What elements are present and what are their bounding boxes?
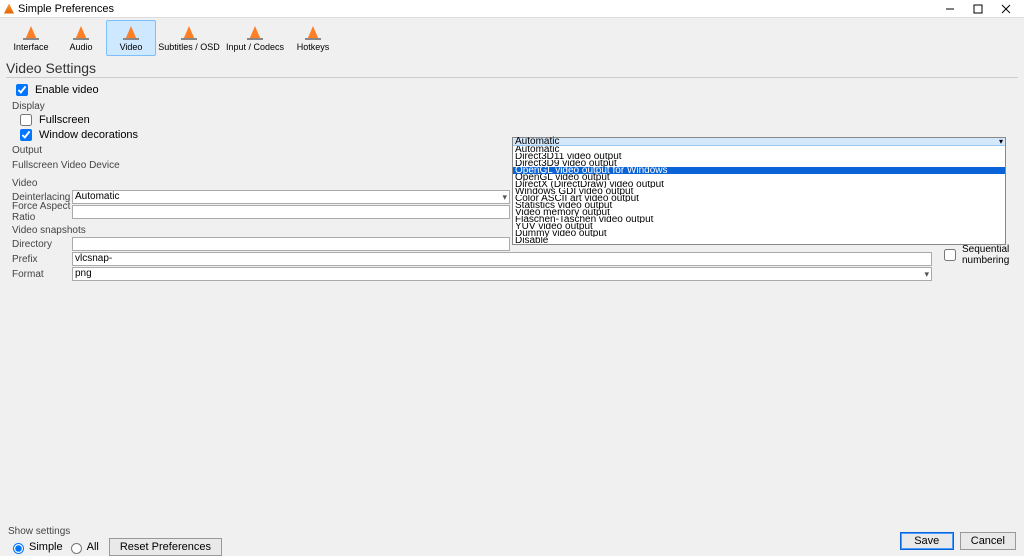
output-dropdown-header[interactable]: Automatic <box>513 138 1005 146</box>
deinterlacing-select[interactable]: Automatic <box>72 190 510 204</box>
output-dropdown-popup[interactable]: Automatic AutomaticDirect3D11 video outp… <box>512 137 1006 245</box>
output-option[interactable]: OpenGL video output for Windows <box>513 167 1005 174</box>
window-decorations-checkbox[interactable] <box>20 129 32 141</box>
force-aspect-label: Force Aspect Ratio <box>12 201 72 223</box>
titlebar: Simple Preferences <box>0 0 1024 18</box>
enable-video-label: Enable video <box>35 84 99 96</box>
prefix-input[interactable]: vlcsnap- <box>72 252 932 266</box>
output-label: Output <box>12 145 66 156</box>
radio-all[interactable] <box>71 543 82 554</box>
output-option[interactable]: Automatic <box>513 146 1005 153</box>
output-option[interactable]: YUV video output <box>513 223 1005 230</box>
output-option[interactable]: Video memory output <box>513 209 1005 216</box>
audio-icon <box>71 24 91 42</box>
subtitles-icon <box>179 24 199 42</box>
group-display-label: Display <box>12 101 1012 112</box>
window-decorations-label: Window decorations <box>39 129 138 141</box>
format-select[interactable]: png <box>72 267 932 281</box>
interface-icon <box>21 24 41 42</box>
sequential-numbering-group: Sequential numbering <box>940 244 1024 266</box>
force-aspect-input[interactable] <box>72 205 510 219</box>
category-toolbar: Interface Audio Video Subtitles / OSD In… <box>0 18 1024 58</box>
enable-video-checkbox[interactable] <box>16 84 28 96</box>
codecs-icon <box>245 24 265 42</box>
fullscreen-checkbox[interactable] <box>20 114 32 126</box>
output-option[interactable]: Dummy video output <box>513 230 1005 237</box>
output-option[interactable]: Direct3D11 video output <box>513 153 1005 160</box>
radio-simple[interactable] <box>13 543 24 554</box>
reset-preferences-button[interactable]: Reset Preferences <box>109 538 222 556</box>
close-button[interactable] <box>992 0 1020 18</box>
window-title: Simple Preferences <box>18 3 114 15</box>
output-option[interactable]: DirectX (DirectDraw) video output <box>513 181 1005 188</box>
video-icon <box>121 24 141 42</box>
output-option[interactable]: Disable <box>513 237 1005 244</box>
tab-subtitles-osd[interactable]: Subtitles / OSD <box>156 20 222 56</box>
output-option[interactable]: OpenGL video output <box>513 174 1005 181</box>
fullscreen-device-label: Fullscreen Video Device <box>12 160 152 171</box>
radio-simple-label: Simple <box>29 541 63 553</box>
format-label: Format <box>12 269 72 280</box>
hotkeys-icon <box>303 24 323 42</box>
bottom-bar: Show settings Simple All Reset Preferenc… <box>8 526 1016 550</box>
maximize-button[interactable] <box>964 0 992 18</box>
tab-hotkeys[interactable]: Hotkeys <box>288 20 338 56</box>
output-option[interactable]: Flaschen-Taschen video output <box>513 216 1005 223</box>
directory-label: Directory <box>12 239 72 250</box>
sequential-numbering-label: Sequential numbering <box>962 244 1024 266</box>
output-option[interactable]: Windows GDI video output <box>513 188 1005 195</box>
cancel-button[interactable]: Cancel <box>960 532 1016 550</box>
tab-audio[interactable]: Audio <box>56 20 106 56</box>
show-settings-label: Show settings <box>8 526 1016 537</box>
output-option[interactable]: Direct3D9 video output <box>513 160 1005 167</box>
output-option[interactable]: Statistics video output <box>513 202 1005 209</box>
minimize-button[interactable] <box>936 0 964 18</box>
prefix-label: Prefix <box>12 254 72 265</box>
vlc-icon <box>4 4 14 14</box>
tab-input-codecs[interactable]: Input / Codecs <box>222 20 288 56</box>
page-title: Video Settings <box>6 60 1018 78</box>
output-option[interactable]: Color ASCII art video output <box>513 195 1005 202</box>
tab-video[interactable]: Video <box>106 20 156 56</box>
sequential-numbering-checkbox[interactable] <box>944 249 956 261</box>
fullscreen-label: Fullscreen <box>39 114 90 126</box>
save-button[interactable]: Save <box>900 532 954 550</box>
directory-input[interactable] <box>72 237 510 251</box>
tab-interface[interactable]: Interface <box>6 20 56 56</box>
radio-all-label: All <box>87 541 99 553</box>
